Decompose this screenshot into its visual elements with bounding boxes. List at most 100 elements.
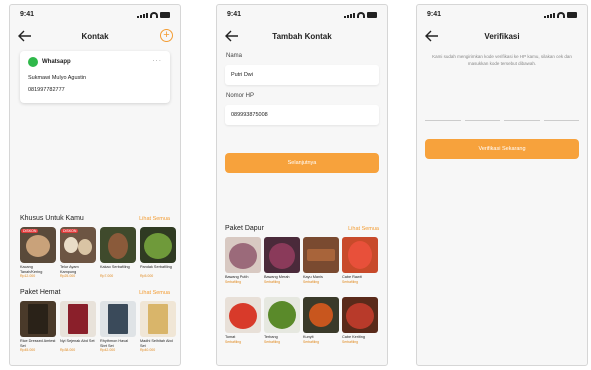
product-name: Rhythmon Haval Sbrt Set (100, 339, 129, 348)
see-all-link[interactable]: Lihat Semua (139, 216, 170, 222)
discount-badge: DISKON (21, 229, 39, 233)
top-bar: Tambah Kontak (217, 29, 387, 45)
product-name: Rice Dressed Amtest Set (20, 339, 56, 348)
product-card[interactable]: Pandak Serbafiling Rp5.000 (140, 227, 176, 278)
product-image: DISKON (60, 227, 96, 263)
wifi-icon (357, 12, 365, 18)
status-bar: 9:41 (20, 11, 170, 21)
product-row-dapur-2: Tomat Serbafiling Terbang Serbafiling Ku… (225, 297, 381, 344)
product-subtitle: Serbafiling (264, 339, 281, 344)
page-title: Tambah Kontak (272, 32, 332, 41)
product-card[interactable]: Kayu Manis Serbafiling (303, 237, 339, 284)
product-image: DISKON (20, 227, 56, 263)
product-subtitle: Serbafiling (303, 279, 320, 284)
section-header-khusus: Khusus Untuk Kamu Lihat Semua (20, 215, 170, 225)
product-name: Kacang Tanah/Kering (20, 265, 43, 274)
product-card[interactable]: DISKON Kacang Tanah/Kering Rp12.000 (20, 227, 56, 278)
contact-card[interactable]: Whatsapp ... Sukmawi Mulyo Agustin 08199… (20, 51, 170, 103)
product-card[interactable]: Kakao Serbafiling Rp7.000 (100, 227, 136, 278)
next-button[interactable]: Selanjutnya (225, 153, 379, 173)
product-card[interactable]: Madhi Selhitah Abd Set Rp40.000 (140, 301, 176, 352)
product-row-dapur-1: Bawang Putih Serbafiling Bawang Merah Se… (225, 237, 381, 284)
verify-button[interactable]: Verifikasi Sekarang (425, 139, 579, 159)
product-card[interactable]: Bawang Putih Serbafiling (225, 237, 261, 284)
product-subtitle: Serbafiling (264, 279, 281, 284)
status-bar: 9:41 (427, 11, 577, 21)
name-field[interactable]: Putri Dwi (225, 65, 379, 85)
battery-icon (160, 12, 170, 18)
see-all-link[interactable]: Lihat Semua (348, 226, 379, 232)
otp-digit[interactable] (425, 113, 461, 121)
product-subtitle: Serbafiling (225, 339, 242, 344)
product-subtitle: Serbafiling (303, 339, 320, 344)
wifi-icon (557, 12, 565, 18)
product-price: Rp45.000 (20, 348, 36, 352)
signal-icon (137, 13, 148, 18)
product-card[interactable]: Nyi Sejenak Abd Set Rp38.000 (60, 301, 96, 352)
screen-kontak: 9:41 Kontak + Whatsapp ... Sukmawi Mulyo… (9, 4, 181, 366)
product-card[interactable]: Terbang Serbafiling (264, 297, 300, 344)
page-title: Kontak (81, 32, 109, 41)
product-price: Rp38.000 (60, 348, 76, 352)
otp-digit[interactable] (543, 113, 579, 121)
product-price: Rp12.000 (20, 274, 36, 278)
status-time: 9:41 (20, 11, 35, 18)
product-price: Rp5.000 (140, 274, 154, 278)
otp-input[interactable] (425, 113, 579, 121)
phone-field[interactable]: 089993875008 (225, 105, 379, 125)
signal-icon (344, 13, 355, 18)
product-card[interactable]: DISKON Telur Ayam Kampung Rp25.000 (60, 227, 96, 278)
product-card[interactable]: Rhythmon Haval Sbrt Set Rp42.000 (100, 301, 136, 352)
verification-description: Kami sudah mengirimkan kode verifikasi k… (432, 54, 572, 66)
battery-icon (367, 12, 377, 18)
section-header-paket: Paket Hemat Lihat Semua (20, 289, 170, 299)
status-bar: 9:41 (227, 11, 377, 21)
product-card[interactable]: Cabe Rawit Serbafiling (342, 237, 378, 284)
wifi-icon (150, 12, 158, 18)
product-image (100, 301, 136, 337)
product-image (342, 237, 378, 273)
contact-name: Sukmawi Mulyo Agustin (28, 75, 87, 81)
section-header-paket-dapur: Paket Dapur Lihat Semua (225, 225, 379, 235)
product-card[interactable]: Cabe Keriting Serbafiling (342, 297, 378, 344)
product-name: Pandak Serbafiling (140, 265, 172, 269)
screen-verifikasi: 9:41 Verifikasi Kami sudah mengirimkan k… (416, 4, 588, 366)
top-bar: Kontak + (10, 29, 180, 45)
product-row-khusus: DISKON Kacang Tanah/Kering Rp12.000 DISK… (20, 227, 176, 278)
product-name: Kakao Serbafiling (100, 265, 130, 269)
signal-icon (544, 13, 555, 18)
contact-app-label: Whatsapp (42, 59, 71, 65)
product-image (303, 237, 339, 273)
product-image (20, 301, 56, 337)
product-image (140, 301, 176, 337)
product-subtitle: Serbafiling (342, 279, 359, 284)
screen-tambah-kontak: 9:41 Tambah Kontak Nama Putri Dwi Nomor … (216, 4, 388, 366)
name-label: Nama (226, 53, 243, 59)
whatsapp-icon (28, 57, 38, 67)
product-price: Rp40.000 (140, 348, 156, 352)
product-card[interactable]: Bawang Merah Serbafiling (264, 237, 300, 284)
status-time: 9:41 (427, 11, 442, 18)
product-card[interactable]: Rice Dressed Amtest Set Rp45.000 (20, 301, 56, 352)
product-card[interactable]: Tomat Serbafiling (225, 297, 261, 344)
product-card[interactable]: Kunyit Serbafiling (303, 297, 339, 344)
product-name: Madhi Selhitah Abd Set (140, 339, 173, 348)
otp-digit[interactable] (504, 113, 540, 121)
page-title: Verifikasi (484, 32, 520, 41)
discount-badge: DISKON (61, 229, 79, 233)
product-image (60, 301, 96, 337)
otp-digit[interactable] (464, 113, 500, 121)
see-all-link[interactable]: Lihat Semua (139, 290, 170, 296)
more-options-icon[interactable]: ... (152, 54, 162, 63)
product-image (264, 297, 300, 333)
product-image (342, 297, 378, 333)
product-row-paket: Rice Dressed Amtest Set Rp45.000 Nyi Sej… (20, 301, 176, 352)
product-image (303, 297, 339, 333)
product-name: Nyi Sejenak Abd Set (60, 339, 95, 343)
add-contact-button[interactable]: + (160, 29, 173, 42)
battery-icon (567, 12, 577, 18)
section-title: Paket Hemat (20, 289, 61, 296)
product-price: Rp42.000 (100, 348, 116, 352)
top-bar: Verifikasi (417, 29, 587, 45)
section-title: Khusus Untuk Kamu (20, 215, 84, 222)
